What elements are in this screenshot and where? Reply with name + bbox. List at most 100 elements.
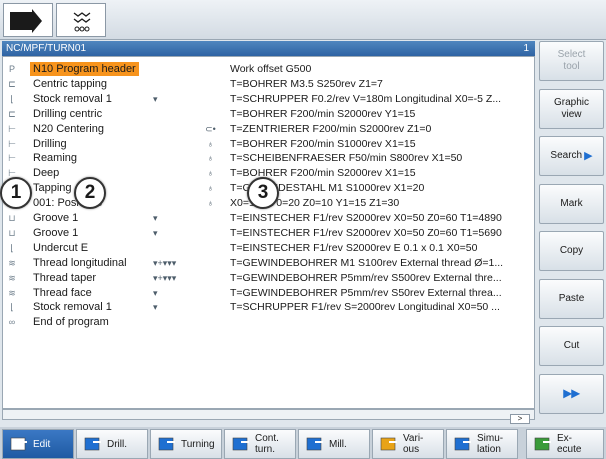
- double-arrow-icon: ▸▸: [563, 384, 580, 402]
- reference-icon: ♁: [207, 183, 214, 194]
- softkey-label: Select tool: [557, 49, 586, 72]
- hsoftkey-label: Edit: [33, 438, 51, 450]
- hsoftkey-drill[interactable]: Drill.: [76, 429, 148, 459]
- block-name: Stock removal 1: [33, 92, 112, 105]
- goto-end-button[interactable]: >: [510, 414, 530, 424]
- program-row[interactable]: ⊏ Drilling centric T=BOHRER F200/min S2000…: [3, 107, 534, 121]
- reference-icon: ♁: [207, 138, 214, 149]
- function-icon: [231, 435, 251, 453]
- function-icon: [157, 435, 177, 453]
- block-type-icon: ⊔: [8, 227, 16, 238]
- block-description: Work offset G500: [230, 63, 312, 75]
- block-type-icon: ⌊: [10, 242, 14, 253]
- softkey-graphic-view[interactable]: Graphic view: [539, 88, 604, 129]
- program-row[interactable]: ⌊ Stock removal 1 ▾ T=SCHRUPPER F0.2/rev V=…: [3, 92, 534, 106]
- block-description: T=GEWINDEBOHRER M1 S100rev External thre…: [230, 256, 504, 269]
- block-flags: ▾: [153, 287, 158, 298]
- block-name: Thread face: [33, 286, 92, 299]
- reference-icon: ♁: [207, 168, 214, 179]
- hsoftkey-label: Mill.: [329, 438, 347, 450]
- block-flags: ▾+▾▾▾: [153, 272, 177, 283]
- program-row[interactable]: ≋ Thread longitudinal ▾+▾▾▾ T=GEWINDEBOHRER…: [3, 256, 534, 270]
- block-description: T=SCHRUPPER F0.2/rev V=180m Longitudinal…: [230, 92, 502, 105]
- block-name: Groove 1: [33, 226, 79, 239]
- softkey-paste[interactable]: Paste: [539, 278, 604, 319]
- program-row[interactable]: ⊔ Groove 1 ▾ T=EINSTECHER F1/rev S2000rev X…: [3, 226, 534, 240]
- block-name: Centric tapping: [33, 77, 107, 90]
- program-row[interactable]: ⊢ N20 Centering ⊂• T=ZENTRIERER F200/min S2…: [3, 122, 534, 136]
- block-name: Undercut E: [33, 241, 89, 254]
- block-flags: ▾+▾▾▾: [153, 257, 177, 268]
- hsoftkey-contturn[interactable]: Cont. turn.: [224, 429, 296, 459]
- hsoftkey-label: Ex- ecute: [557, 433, 582, 455]
- block-name: Deep: [33, 167, 60, 180]
- block-type-icon: ⊔: [8, 213, 16, 223]
- softkey-label: Graphic view: [553, 96, 589, 120]
- callout-1: 1: [0, 177, 32, 209]
- hsoftkey-simulation[interactable]: Simu- lation: [446, 429, 518, 459]
- softkey-mark[interactable]: Mark: [539, 183, 604, 224]
- program-row[interactable]: ⊔ Groove 1 ▾ T=EINSTECHER F1/rev S2000rev X…: [3, 211, 534, 225]
- program-row[interactable]: ⊏ Centric tapping T=BOHRER M3.5 S250rev Z1…: [3, 77, 534, 91]
- block-description: T=SCHRUPPER F1/rev S=2000rev Longitudina…: [230, 301, 500, 314]
- block-type-icon: ⊢: [8, 123, 16, 134]
- reference-icon: ♁: [207, 153, 214, 164]
- block-description: T=BOHRER F200/min S1000rev X1=15: [230, 137, 416, 150]
- softkey-label: Cut: [563, 340, 580, 351]
- softkey-copy[interactable]: Copy: [539, 231, 604, 271]
- program-row[interactable]: ⌊ Stock removal 1 ▾ T=SCHRUPPER F1/rev S=20…: [3, 300, 534, 314]
- program-row[interactable]: ≋ Thread taper ▾+▾▾▾ T=GEWINDEBOHRER P5mm/r…: [3, 271, 534, 285]
- program-editor[interactable]: P N10 Program header Work offset G500 ⊏ Cent…: [2, 56, 535, 409]
- block-type-icon: ⊢: [8, 153, 16, 164]
- program-row[interactable]: ⌊ Undercut E T=EINSTECHER F1/rev S2000rev …: [3, 241, 534, 255]
- program-path-header: NC/MPF/TURN01 1: [2, 41, 535, 56]
- arrow-right-icon: ▶: [584, 150, 593, 162]
- program-icon[interactable]: [3, 3, 53, 37]
- softkey-more[interactable]: ▸▸: [539, 373, 604, 414]
- softkey-search[interactable]: Search ▶: [539, 136, 604, 176]
- hsoftkey-label: Turning: [181, 438, 215, 450]
- block-name: Thread longitudinal: [33, 256, 127, 269]
- program-row[interactable]: ⊢ Drilling ♁ T=BOHRER F200/min S1000rev X1=…: [3, 137, 534, 151]
- block-type-icon: ⌊: [10, 93, 14, 104]
- editor-status-bar: [2, 409, 535, 420]
- softkey-label: Paste: [558, 292, 585, 304]
- softkey-cut[interactable]: Cut: [539, 326, 604, 366]
- program-row[interactable]: ≋ Thread face ▾ T=GEWINDEBOHRER P5mm/rev S5…: [3, 286, 534, 300]
- block-description: T=EINSTECHER F1/rev S2000rev X0=50 Z0=60…: [230, 226, 502, 239]
- block-name: N20 Centering: [33, 122, 104, 135]
- hsoftkey-turning[interactable]: Turning: [150, 429, 222, 459]
- hsoftkey-execute[interactable]: Ex- ecute: [526, 429, 604, 459]
- function-icon: [533, 435, 553, 453]
- sinumerik-icon[interactable]: [56, 3, 106, 37]
- reference-icon: ⊂•: [205, 123, 216, 134]
- program-path: NC/MPF/TURN01: [6, 43, 87, 54]
- softkey-select-tool[interactable]: Select tool: [539, 41, 604, 81]
- hsoftkey-edit[interactable]: Edit: [2, 429, 74, 459]
- block-name: End of program: [33, 316, 109, 329]
- block-name: Thread taper: [33, 271, 96, 284]
- block-description: T=GEWINDEBOHRER P5mm/rev S500rev Externa…: [230, 271, 502, 284]
- block-type-icon: ⊢: [8, 138, 16, 149]
- channel-number: 1: [523, 43, 529, 54]
- hsoftkey-label: Drill.: [107, 438, 127, 450]
- block-flags: ▾: [153, 302, 158, 313]
- program-row[interactable]: P N10 Program header Work offset G500: [3, 62, 534, 76]
- softkey-label: Copy: [559, 245, 584, 256]
- vertical-softkey-bar: Select tool Graphic view Search ▶ Mark Copy Pa…: [539, 41, 606, 421]
- softkey-label: Search: [550, 150, 583, 161]
- block-description: T=GEWINDEBOHRER P5mm/rev S50rev External…: [230, 286, 502, 299]
- hsoftkey-various[interactable]: Vari- ous: [372, 429, 444, 459]
- program-row[interactable]: ⊢ Reaming ♁ T=SCHEIBENFRAESER F50/min S800r…: [3, 151, 534, 165]
- block-name: Reaming: [33, 152, 78, 165]
- program-row[interactable]: ∞ End of program: [3, 315, 534, 329]
- block-description: T=EINSTECHER F1/rev S2000rev E 0.1 x 0.1…: [230, 241, 478, 254]
- block-flags: ▾: [153, 93, 158, 104]
- block-description: T=BOHRER F200/min S2000rev Y1=15: [230, 107, 416, 120]
- top-toolbar: [0, 0, 606, 40]
- softkey-label: Mark: [560, 197, 583, 209]
- block-type-icon: ≋: [8, 272, 16, 283]
- horizontal-softkey-bar: Edit Drill. Turning Cont. turn. Mill. Vari- o…: [0, 427, 606, 459]
- block-name: Drilling: [33, 137, 67, 150]
- hsoftkey-mill[interactable]: Mill.: [298, 429, 370, 459]
